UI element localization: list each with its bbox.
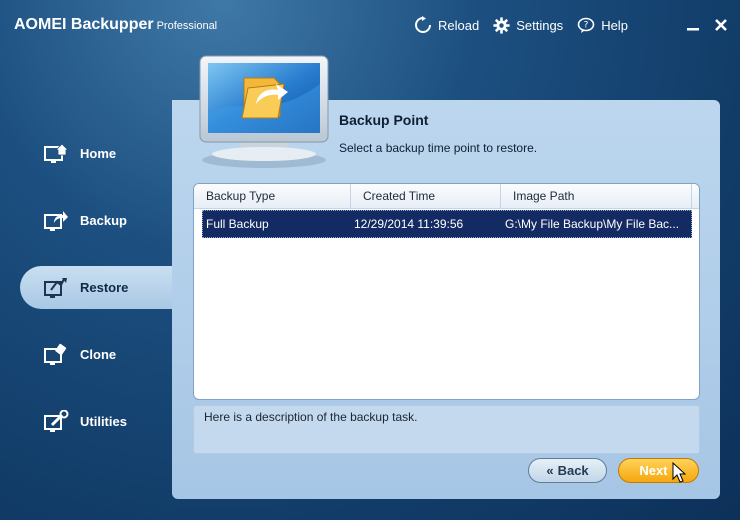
close-icon — [715, 19, 727, 31]
sidebar-item-label: Utilities — [80, 414, 127, 429]
table-header: Backup Type Created Time Image Path — [194, 184, 699, 209]
app-window: AOMEI Backupper Professional Reload Sett… — [0, 0, 740, 520]
sidebar-item-label: Clone — [80, 347, 117, 362]
cell-created-time: 12/29/2014 11:39:56 — [354, 217, 464, 231]
app-edition: Professional — [156, 20, 218, 32]
description-text: Here is a description of the backup task… — [204, 410, 418, 424]
settings-button[interactable]: Settings — [493, 16, 564, 34]
svg-text:?: ? — [584, 20, 589, 30]
backup-icon — [42, 207, 70, 235]
app-name: AOMEI Backupper — [14, 16, 154, 33]
sidebar-item-clone[interactable]: Clone — [20, 333, 172, 376]
sidebar-item-label: Backup — [80, 213, 127, 228]
close-button[interactable] — [710, 14, 732, 36]
minimize-button[interactable] — [682, 14, 704, 36]
next-button[interactable]: Next — [618, 458, 699, 483]
gear-icon — [493, 16, 510, 34]
table-row[interactable]: Full Backup 12/29/2014 11:39:56 G:\My Fi… — [202, 210, 692, 238]
mouse-cursor-icon — [672, 462, 686, 483]
sidebar-item-restore[interactable]: Restore — [20, 266, 172, 309]
monitor-icon — [199, 55, 329, 168]
sidebar-item-utilities[interactable]: Utilities — [20, 400, 172, 443]
reload-label: Reload — [438, 17, 480, 33]
app-brand: AOMEI Backupper Professional — [14, 14, 217, 34]
page-title: Backup Point — [339, 112, 429, 128]
description-box: Here is a description of the backup task… — [193, 405, 700, 454]
reload-button[interactable]: Reload — [414, 16, 479, 34]
help-icon: ? — [577, 17, 595, 33]
title-bar: AOMEI Backupper Professional Reload Sett… — [0, 0, 740, 52]
home-icon — [42, 140, 70, 168]
restore-icon — [42, 274, 70, 302]
back-chevron-icon: « — [546, 463, 554, 478]
sidebar-item-home[interactable]: Home — [20, 132, 172, 175]
sidebar-item-backup[interactable]: Backup — [20, 199, 172, 242]
window-controls — [676, 14, 732, 36]
cell-backup-type: Full Backup — [206, 217, 269, 231]
column-header-backup-type[interactable]: Backup Type — [194, 184, 351, 208]
clone-icon — [42, 341, 70, 369]
page-subtitle: Select a backup time point to restore. — [339, 141, 538, 155]
back-button[interactable]: « Back — [528, 458, 607, 483]
column-header-created-time[interactable]: Created Time — [351, 184, 501, 208]
sidebar-item-label: Restore — [80, 280, 129, 295]
minimize-icon — [687, 28, 699, 31]
back-button-label: Back — [557, 463, 589, 478]
column-header-image-path[interactable]: Image Path — [501, 184, 692, 208]
next-button-label: Next — [639, 463, 668, 478]
help-label: Help — [601, 17, 628, 33]
reload-icon — [415, 16, 431, 33]
help-button[interactable]: ? Help — [577, 17, 628, 34]
backup-point-table: Backup Type Created Time Image Path Full… — [193, 183, 700, 400]
cell-image-path: G:\My File Backup\My File Bac... — [505, 217, 680, 231]
utilities-icon — [42, 408, 70, 436]
settings-label: Settings — [516, 17, 564, 33]
top-nav: Reload Settings ? Help — [414, 16, 642, 34]
sidebar-item-label: Home — [80, 146, 117, 161]
